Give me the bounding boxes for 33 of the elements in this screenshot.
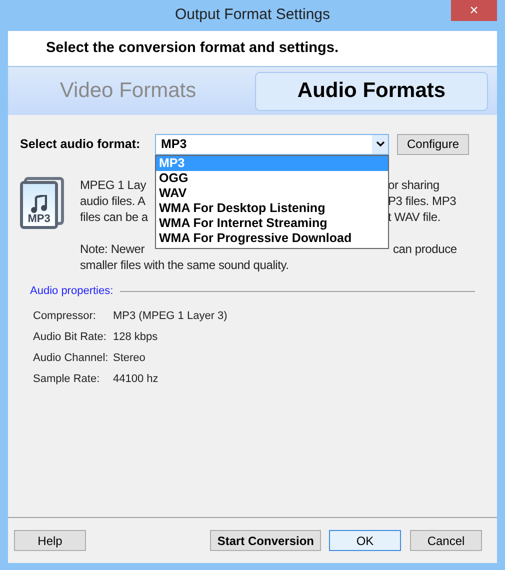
dialog-button[interactable]: Start Conversion xyxy=(210,530,321,551)
close-button[interactable]: × xyxy=(451,0,497,21)
dialog-button[interactable]: OK xyxy=(329,530,401,551)
description-text: files can be a xyxy=(80,210,148,224)
description-text: MPEG 1 Lay xyxy=(80,178,146,192)
dropdown-option[interactable]: WAV xyxy=(156,186,388,200)
property-value: 128 kbps xyxy=(113,330,158,345)
dropdown-option[interactable]: WMA For Internet Streaming xyxy=(156,216,388,230)
property-value: 44100 hz xyxy=(113,372,158,387)
property-value: Stereo xyxy=(113,350,146,366)
dropdown-option[interactable]: WMA For Progressive Download xyxy=(156,230,388,246)
property-value: MP3 (MPEG 1 Layer 3) xyxy=(113,308,228,324)
format-label: Select audio format: xyxy=(20,136,142,153)
format-dropdown[interactable]: MP3 xyxy=(155,134,389,154)
dropdown-option[interactable]: OGG xyxy=(156,170,388,186)
description-text: can produce xyxy=(393,241,457,258)
property-label: Audio Bit Rate: xyxy=(33,330,108,345)
dropdown-option[interactable]: WMA For Desktop Listening xyxy=(156,200,388,216)
header-text: Select the conversion format and settings. xyxy=(46,38,338,58)
configure-button[interactable]: Configure xyxy=(397,134,469,154)
section-title: Audio properties: xyxy=(30,284,114,299)
dialog-button[interactable]: Cancel xyxy=(410,530,482,551)
description-text: smaller files with the same sound quality. xyxy=(80,257,289,274)
description-text: audio files. A xyxy=(80,194,146,208)
description-text: Note: Newer xyxy=(80,242,144,256)
dropdown-value: MP3 xyxy=(160,136,188,153)
property-label: Audio Channel: xyxy=(33,350,110,366)
description-text: P3 files. MP3 xyxy=(388,193,456,210)
format-tab[interactable]: Audio Formats xyxy=(255,72,488,110)
dialog-button[interactable]: Help xyxy=(14,530,86,551)
property-label: Sample Rate: xyxy=(33,372,101,387)
property-label: Compressor: xyxy=(33,308,97,324)
window-title: Output Format Settings xyxy=(174,5,330,26)
